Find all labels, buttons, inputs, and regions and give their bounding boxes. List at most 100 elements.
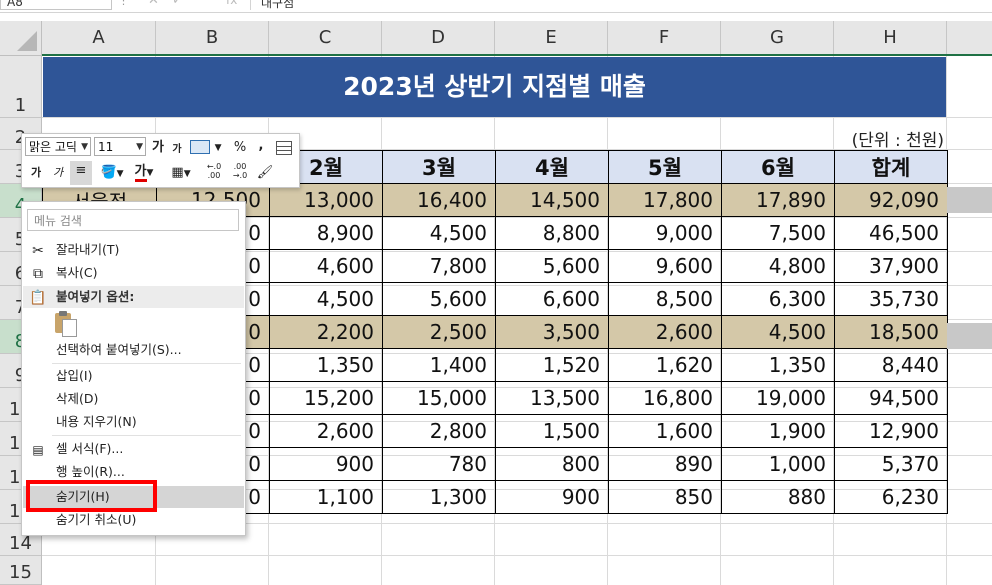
- decrease-decimal-button[interactable]: .00 →.0: [228, 162, 252, 182]
- formula-input[interactable]: 대구점: [250, 0, 992, 10]
- header-cell[interactable]: 3월: [382, 150, 496, 184]
- menu-item-paste-special[interactable]: 선택하여 붙여넣기(S)...: [23, 339, 244, 361]
- cell[interactable]: 6,300: [721, 282, 835, 316]
- enter-icon[interactable]: ✓: [172, 0, 183, 8]
- cell[interactable]: 2,600: [608, 315, 722, 349]
- cell[interactable]: 12,900: [834, 414, 948, 448]
- cell[interactable]: 4,500: [382, 216, 496, 250]
- cell[interactable]: 7,500: [721, 216, 835, 250]
- cell[interactable]: 800: [495, 447, 609, 481]
- fill-color-button[interactable]: 🪣▼: [96, 163, 128, 183]
- menu-item-clear-contents[interactable]: 내용 지우기(N): [23, 411, 244, 433]
- center-align-button[interactable]: ≡: [70, 161, 92, 185]
- format-table-button[interactable]: [274, 138, 294, 158]
- comma-style-button[interactable]: ,: [254, 136, 268, 156]
- increase-font-button[interactable]: 가: [150, 138, 166, 158]
- row-header-1[interactable]: 1: [0, 56, 41, 118]
- cell[interactable]: 6,230: [834, 480, 948, 514]
- cell[interactable]: 7,800: [382, 249, 496, 283]
- cell[interactable]: 1,500: [495, 414, 609, 448]
- menu-item-unhide[interactable]: 숨기기 취소(U): [23, 509, 244, 531]
- paste-icon[interactable]: [53, 311, 77, 337]
- cell[interactable]: 5,370: [834, 447, 948, 481]
- cell[interactable]: 17,800: [608, 183, 722, 217]
- bold-button[interactable]: 가: [28, 163, 44, 183]
- cell[interactable]: 16,400: [382, 183, 496, 217]
- font-name-select[interactable]: 맑은 고딕 ▼: [25, 137, 91, 156]
- cell[interactable]: 780: [382, 447, 496, 481]
- cell[interactable]: 15,000: [382, 381, 496, 415]
- cancel-icon[interactable]: ✕: [148, 0, 159, 8]
- cell[interactable]: 1,900: [721, 414, 835, 448]
- select-all-button[interactable]: [0, 21, 42, 56]
- cell[interactable]: 19,000: [721, 381, 835, 415]
- cell[interactable]: 94,500: [834, 381, 948, 415]
- cell[interactable]: 1,620: [608, 348, 722, 382]
- column-header-h[interactable]: H: [834, 21, 947, 54]
- header-cell[interactable]: 합계: [834, 150, 948, 184]
- cell[interactable]: 4,800: [721, 249, 835, 283]
- cell[interactable]: 8,500: [608, 282, 722, 316]
- menu-item-cut[interactable]: ✂ 잘라내기(T): [23, 239, 244, 261]
- menu-item-copy[interactable]: ⧉ 복사(C): [23, 262, 244, 284]
- cell[interactable]: 5,600: [495, 249, 609, 283]
- italic-button[interactable]: 가: [50, 163, 66, 183]
- cell[interactable]: 16,800: [608, 381, 722, 415]
- cell[interactable]: 8,900: [269, 216, 383, 250]
- cell[interactable]: 2,600: [269, 414, 383, 448]
- header-cell[interactable]: 5월: [608, 150, 722, 184]
- column-header-i[interactable]: [947, 21, 992, 54]
- format-painter-button[interactable]: 🖌: [254, 163, 276, 183]
- menu-item-format-cells[interactable]: ▤ 셀 서식(F)...: [23, 438, 244, 460]
- cell[interactable]: 880: [721, 480, 835, 514]
- cell[interactable]: 1,350: [721, 348, 835, 382]
- cell[interactable]: 14,500: [495, 183, 609, 217]
- cell[interactable]: 9,000: [608, 216, 722, 250]
- borders-button[interactable]: ▦▼: [166, 163, 196, 183]
- header-cell[interactable]: 4월: [495, 150, 609, 184]
- column-header-a[interactable]: A: [42, 21, 156, 54]
- column-header-g[interactable]: G: [721, 21, 834, 54]
- cell[interactable]: 4,500: [721, 315, 835, 349]
- cell[interactable]: 13,500: [495, 381, 609, 415]
- cell[interactable]: 1,300: [382, 480, 496, 514]
- column-header-b[interactable]: B: [156, 21, 269, 54]
- cell[interactable]: 8,800: [495, 216, 609, 250]
- percent-style-button[interactable]: %: [230, 138, 250, 158]
- name-box[interactable]: A8: [0, 0, 112, 10]
- decrease-font-button[interactable]: 가: [170, 140, 184, 160]
- cell[interactable]: 8,440: [834, 348, 948, 382]
- cell[interactable]: 850: [608, 480, 722, 514]
- cell[interactable]: 4,500: [269, 282, 383, 316]
- cell[interactable]: 92,090: [834, 183, 948, 217]
- cell[interactable]: 18,500: [834, 315, 948, 349]
- cell[interactable]: 15,200: [269, 381, 383, 415]
- cell[interactable]: 900: [269, 447, 383, 481]
- cell[interactable]: 13,000: [269, 183, 383, 217]
- cell[interactable]: 900: [495, 480, 609, 514]
- cell[interactable]: 9,600: [608, 249, 722, 283]
- column-header-d[interactable]: D: [382, 21, 495, 54]
- row-header-15[interactable]: 15: [0, 556, 41, 585]
- cell[interactable]: 2,200: [269, 315, 383, 349]
- number-format-button[interactable]: ▼: [188, 137, 224, 157]
- column-header-f[interactable]: F: [608, 21, 721, 54]
- menu-item-delete[interactable]: 삭제(D): [23, 388, 244, 410]
- cell[interactable]: 5,600: [382, 282, 496, 316]
- cell[interactable]: 1,350: [269, 348, 383, 382]
- increase-decimal-button[interactable]: ←.0 .00: [202, 162, 226, 182]
- cell[interactable]: 2,800: [382, 414, 496, 448]
- cell[interactable]: 1,000: [721, 447, 835, 481]
- menu-item-insert[interactable]: 삽입(I): [23, 365, 244, 387]
- column-header-c[interactable]: C: [269, 21, 382, 54]
- insert-function-button[interactable]: fx: [226, 0, 237, 7]
- cell[interactable]: 3,500: [495, 315, 609, 349]
- cell[interactable]: 1,400: [382, 348, 496, 382]
- column-header-e[interactable]: E: [495, 21, 608, 54]
- header-cell[interactable]: 6월: [721, 150, 835, 184]
- cell[interactable]: 1,100: [269, 480, 383, 514]
- cell[interactable]: 2,500: [382, 315, 496, 349]
- cell[interactable]: 890: [608, 447, 722, 481]
- cell[interactable]: 46,500: [834, 216, 948, 250]
- cell[interactable]: 1,600: [608, 414, 722, 448]
